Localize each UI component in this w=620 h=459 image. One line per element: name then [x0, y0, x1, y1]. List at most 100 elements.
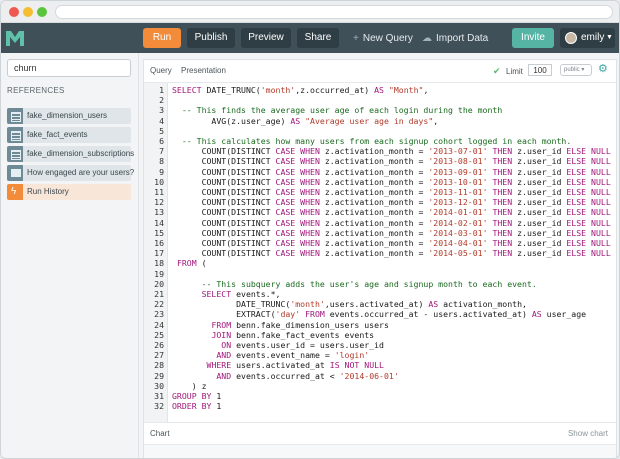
- code-line: 29 AND events.occurred_at < '2014-06-01': [144, 371, 616, 381]
- reference-item-fake-dimension-users[interactable]: fake_dimension_users: [7, 108, 131, 124]
- line-number: 31: [154, 391, 164, 401]
- code-text: COUNT(DISTINCT CASE WHEN z.activation_mo…: [172, 146, 616, 157]
- limit-input[interactable]: 100: [528, 64, 552, 76]
- code-text: COUNT(DISTINCT CASE WHEN z.activation_mo…: [172, 166, 616, 177]
- code-line: 8 COUNT(DISTINCT CASE WHEN z.activation_…: [144, 156, 616, 166]
- code-line: 30 ) z: [144, 381, 616, 391]
- reference-label: fake_dimension_subscriptions: [27, 149, 135, 158]
- code-text: COUNT(DISTINCT CASE WHEN z.activation_mo…: [172, 176, 616, 187]
- code-text: COUNT(DISTINCT CASE WHEN z.activation_mo…: [172, 207, 616, 218]
- line-number: 16: [154, 238, 164, 248]
- code-text: JOIN benn.fake_fact_events events: [211, 329, 375, 340]
- share-button[interactable]: Share: [297, 28, 339, 48]
- line-number: 12: [154, 197, 164, 208]
- code-text: AVG(z.user_age) AS "Average user age in …: [172, 115, 439, 126]
- reference-item-engagement-query[interactable]: How engaged are your users?: [7, 165, 135, 181]
- code-line: 31 GROUP BY 1: [144, 391, 616, 401]
- code-line: 19: [144, 269, 616, 279]
- line-number: 14: [154, 217, 164, 228]
- reference-item-run-history[interactable]: Run History: [7, 184, 131, 200]
- line-number: 29: [154, 370, 164, 381]
- check-icon: ✔: [493, 66, 501, 76]
- query-editor-panel: Query Presentation ✔ Limit 100 public ▾ …: [143, 59, 617, 458]
- code-line: 14 COUNT(DISTINCT CASE WHEN z.activation…: [144, 218, 616, 228]
- username: emily: [581, 32, 605, 43]
- line-number: 18: [154, 258, 164, 269]
- code-text: COUNT(DISTINCT CASE WHEN z.activation_mo…: [172, 227, 616, 238]
- code-text: ORDER BY 1: [172, 401, 222, 412]
- reference-label: fake_fact_events: [27, 130, 88, 139]
- import-data-link[interactable]: ☁ Import Data: [422, 32, 488, 46]
- line-number: 19: [154, 268, 164, 279]
- code-line: 17 COUNT(DISTINCT CASE WHEN z.activation…: [144, 248, 616, 258]
- tab-query[interactable]: Query: [150, 66, 172, 75]
- code-line: 28 WHERE users.activated_at IS NOT NULL: [144, 360, 616, 370]
- reference-item-fake-dimension-subscriptions[interactable]: fake_dimension_subscriptions: [7, 146, 135, 162]
- minimize-window-icon[interactable]: [23, 7, 33, 17]
- show-chart-link[interactable]: Show chart: [568, 429, 608, 438]
- plus-icon: +: [353, 33, 359, 44]
- line-number: 15: [154, 227, 164, 238]
- address-bar[interactable]: [55, 5, 613, 19]
- chart-label: Chart: [150, 429, 170, 438]
- app-window: Run Publish Preview Share + New Query ☁ Im…: [0, 0, 620, 459]
- code-line: 18 FROM (: [144, 258, 616, 268]
- invite-button[interactable]: Invite: [512, 28, 554, 48]
- new-query-link[interactable]: + New Query: [353, 32, 413, 46]
- line-number: 9: [159, 166, 164, 177]
- cloud-icon: ☁: [422, 33, 432, 44]
- code-line: 4 AVG(z.user_age) AS "Average user age i…: [144, 116, 616, 126]
- code-text: FROM benn.fake_dimension_users users: [211, 319, 389, 330]
- code-line: 2: [144, 95, 616, 105]
- user-menu[interactable]: emily ▼: [560, 28, 615, 48]
- table-icon: [7, 146, 23, 162]
- line-number: 11: [154, 187, 164, 197]
- line-number: 4: [159, 115, 164, 126]
- line-number: 20: [154, 278, 164, 289]
- code-text: ) z: [172, 380, 207, 391]
- reference-item-fake-fact-events[interactable]: fake_fact_events: [7, 127, 131, 143]
- new-query-label: New Query: [362, 33, 413, 44]
- gear-icon[interactable]: ⚙: [598, 62, 608, 75]
- code-line: 26 ON events.user_id = users.user_id: [144, 340, 616, 350]
- reference-label: How engaged are your users?: [27, 168, 135, 177]
- table-icon: [7, 108, 23, 124]
- preview-button[interactable]: Preview: [241, 28, 291, 48]
- line-number: 1: [159, 85, 164, 95]
- table-icon: [7, 127, 23, 143]
- line-number: 2: [159, 95, 164, 106]
- code-line: 13 COUNT(DISTINCT CASE WHEN z.activation…: [144, 207, 616, 217]
- code-line: 27 AND events.event_name = 'login': [144, 350, 616, 360]
- references-heading: REFERENCES: [7, 86, 65, 95]
- lightning-icon: [7, 184, 23, 200]
- chart-section: Chart Show chart: [144, 422, 616, 444]
- maximize-window-icon[interactable]: [37, 7, 47, 17]
- line-number: 28: [154, 360, 164, 371]
- code-text: COUNT(DISTINCT CASE WHEN z.activation_mo…: [172, 197, 616, 208]
- code-text: AND events.event_name = 'login': [216, 350, 370, 361]
- top-navigation: Run Publish Preview Share + New Query ☁ Im…: [1, 23, 619, 53]
- run-button[interactable]: Run: [143, 28, 181, 48]
- code-text: COUNT(DISTINCT CASE WHEN z.activation_mo…: [172, 217, 616, 228]
- visibility-select[interactable]: public ▾: [560, 64, 592, 76]
- code-text: SELECT events.*,: [201, 289, 281, 299]
- sql-editor[interactable]: 1 SELECT DATE_TRUNC('month',z.occurred_at…: [144, 82, 616, 422]
- mode-logo-icon[interactable]: [5, 29, 25, 47]
- code-line: 1 SELECT DATE_TRUNC('month',z.occurred_at…: [144, 85, 616, 95]
- search-input[interactable]: churn: [7, 59, 131, 77]
- code-line: 23 EXTRACT('day' FROM events.occurred_at…: [144, 309, 616, 319]
- code-line: 24 FROM benn.fake_dimension_users users: [144, 320, 616, 330]
- code-line: 6 -- This calculates how many users from…: [144, 136, 616, 146]
- reference-label: Run History: [27, 187, 69, 196]
- sidebar: churn REFERENCES fake_dimension_users fa…: [1, 53, 139, 458]
- line-number: 6: [159, 136, 164, 146]
- tab-presentation[interactable]: Presentation: [181, 66, 226, 75]
- code-text: DATE_TRUNC('month',users.activated_at) A…: [172, 299, 527, 310]
- line-number: 25: [154, 329, 164, 340]
- code-text: SELECT DATE_TRUNC('month',z.occurred_at)…: [172, 85, 429, 95]
- publish-button[interactable]: Publish: [187, 28, 235, 48]
- code-line: 5: [144, 126, 616, 136]
- code-text: COUNT(DISTINCT CASE WHEN z.activation_mo…: [172, 156, 616, 167]
- close-window-icon[interactable]: [9, 7, 19, 17]
- code-line: 32 ORDER BY 1: [144, 401, 616, 411]
